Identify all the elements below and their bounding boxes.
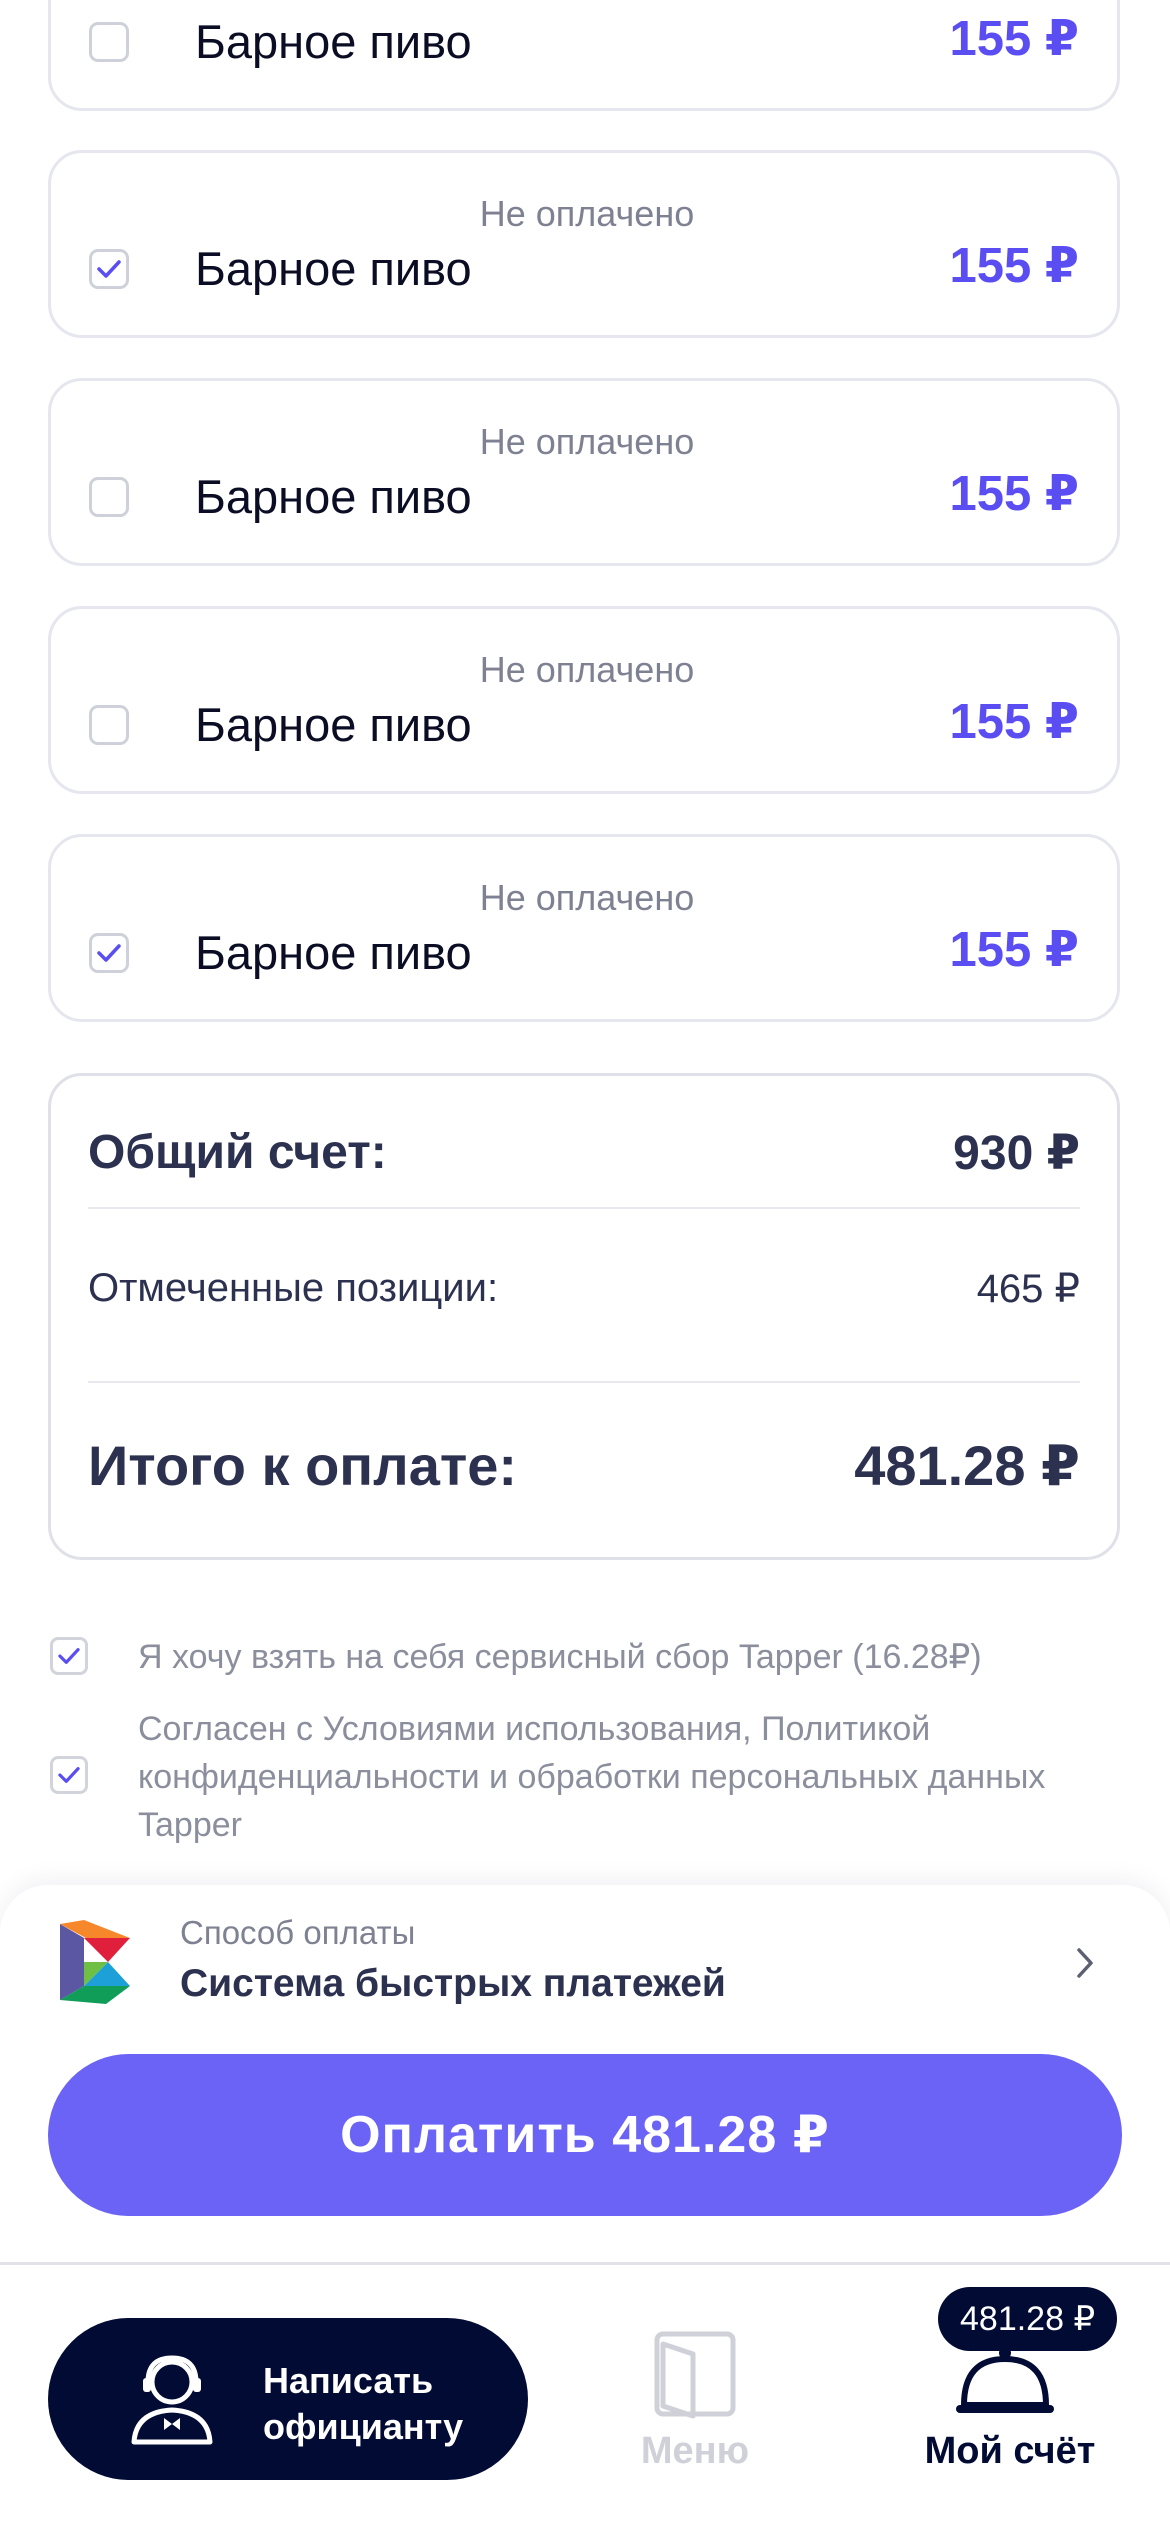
item-checkbox[interactable] — [89, 249, 129, 289]
nav-tab-my-bill[interactable]: 481.28 ₽ Мой счёт — [890, 2285, 1130, 2495]
total-label: Общий счет: — [88, 1126, 387, 1179]
terms-label: Согласен с Условиями использования, Поли… — [138, 1705, 1045, 1849]
terms-line: конфиденциальности и обработки персональ… — [138, 1758, 1046, 1796]
due-row: Итого к оплате: 481.28 ₽ — [88, 1433, 1080, 1503]
item-price: 155 ₽ — [949, 695, 1079, 749]
item-price: 155 ₽ — [949, 923, 1079, 977]
call-waiter-line: официанту — [263, 2406, 464, 2447]
checkmark-icon — [58, 1767, 80, 1783]
divider — [88, 1381, 1080, 1383]
terms-checkbox[interactable] — [50, 1756, 88, 1794]
checkmark-icon — [58, 1648, 80, 1664]
order-item-card[interactable]: Не оплачено Барное пиво 155 ₽ — [48, 0, 1120, 111]
due-label: Итого к оплате: — [88, 1434, 518, 1497]
order-item-card[interactable]: Не оплачено Барное пиво 155 ₽ — [48, 834, 1120, 1022]
item-name: Барное пиво — [195, 15, 472, 68]
order-item-card[interactable]: Не оплачено Барное пиво 155 ₽ — [48, 378, 1120, 566]
bill-amount-badge: 481.28 ₽ — [938, 2287, 1118, 2351]
total-row: Общий счет: 930 ₽ — [88, 1125, 1080, 1185]
item-payment-status: Не оплачено — [479, 877, 695, 918]
selected-value: 465 ₽ — [976, 1267, 1080, 1311]
call-waiter-label: Написать официанту — [263, 2358, 463, 2450]
item-payment-status: Не оплачено — [479, 193, 695, 234]
service-fee-checkbox[interactable] — [50, 1637, 88, 1675]
selected-label: Отмеченные позиции: — [88, 1266, 499, 1310]
checkmark-icon — [97, 944, 121, 962]
item-checkbox[interactable] — [89, 22, 129, 62]
item-name: Барное пиво — [195, 470, 472, 523]
call-waiter-button[interactable]: Написать официанту — [48, 2318, 528, 2480]
item-name: Барное пиво — [195, 242, 472, 295]
item-checkbox[interactable] — [89, 477, 129, 517]
item-name: Барное пиво — [195, 698, 472, 751]
nav-tab-my-bill-label: Мой счёт — [924, 2430, 1096, 2472]
item-price: 155 ₽ — [949, 467, 1079, 521]
payment-method-value: Система быстрых платежей — [180, 1962, 726, 2005]
order-item-card[interactable]: Не оплачено Барное пиво 155 ₽ — [48, 150, 1120, 338]
nav-tab-menu[interactable]: Меню — [620, 2320, 770, 2490]
sbp-logo-icon — [60, 1920, 130, 2004]
item-payment-status: Не оплачено — [51, 0, 1123, 8]
terms-line: Tapper — [138, 1806, 242, 1844]
item-checkbox[interactable] — [89, 705, 129, 745]
order-item-card[interactable]: Не оплачено Барное пиво 155 ₽ — [48, 606, 1120, 794]
item-payment-status: Не оплачено — [479, 649, 695, 690]
service-fee-label: Я хочу взять на себя сервисный сбор Tapp… — [138, 1638, 982, 1676]
selected-row: Отмеченные позиции: 465 ₽ — [88, 1266, 1080, 1316]
total-value: 930 ₽ — [953, 1127, 1080, 1180]
nav-tab-menu-label: Меню — [640, 2430, 750, 2472]
pay-button[interactable]: Оплатить 481.28 ₽ — [48, 2054, 1122, 2216]
menu-book-icon — [654, 2331, 736, 2419]
item-price: 155 ₽ — [949, 239, 1079, 293]
item-name: Барное пиво — [195, 926, 472, 979]
payment-method-selector[interactable]: Способ оплаты Система быстрых платежей — [0, 1900, 1170, 2030]
bill-summary: Общий счет: 930 ₽ Отмеченные позиции: 46… — [48, 1073, 1120, 1560]
item-payment-status: Не оплачено — [479, 421, 695, 462]
chevron-right-icon — [1077, 1948, 1093, 1978]
payment-method-label: Способ оплаты — [180, 1914, 416, 1951]
waiter-icon — [131, 2355, 213, 2445]
checkmark-icon — [97, 260, 121, 278]
divider — [88, 1207, 1080, 1209]
call-waiter-line: Написать — [263, 2360, 434, 2401]
item-checkbox[interactable] — [89, 933, 129, 973]
due-value: 481.28 ₽ — [854, 1434, 1080, 1497]
item-price: 155 ₽ — [949, 12, 1079, 66]
terms-line: Согласен с Условиями использования, Поли… — [138, 1710, 931, 1748]
